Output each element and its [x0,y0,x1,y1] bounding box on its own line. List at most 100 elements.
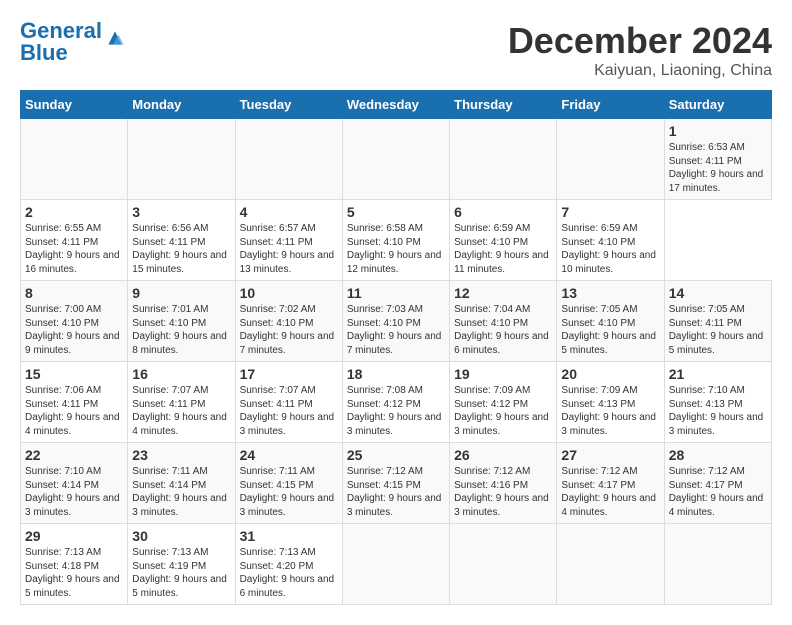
calendar-cell: 23Sunrise: 7:11 AMSunset: 4:14 PMDayligh… [128,443,235,524]
sunset: Sunset: 4:11 PM [669,156,742,167]
day-number: 3 [132,204,230,220]
calendar-cell: 8Sunrise: 7:00 AMSunset: 4:10 PMDaylight… [21,281,128,362]
sunrise: Sunrise: 7:12 AM [347,466,423,477]
week-row-6: 29 Sunrise: 7:13 AMSunset: 4:18 PMDayligh… [21,524,772,605]
sunrise: Sunrise: 6:56 AM [132,223,208,234]
week-row-2: 2 Sunrise: 6:55 AM Sunset: 4:11 PM Daylight… [21,200,772,281]
daylight: Daylight: 9 hours and 4 minutes. [669,493,764,518]
calendar-cell: 4Sunrise: 6:57 AMSunset: 4:11 PMDaylight… [235,200,342,281]
sunrise: Sunrise: 7:09 AM [454,385,530,396]
calendar-cell: 6 Sunrise: 6:59 AMSunset: 4:10 PMDaylight… [450,200,557,281]
day-info: Sunrise: 7:13 AMSunset: 4:18 PMDaylight:… [25,546,123,600]
day-number: 9 [132,285,230,301]
calendar-cell: 27Sunrise: 7:12 AMSunset: 4:17 PMDayligh… [557,443,664,524]
sunset: Sunset: 4:10 PM [561,318,635,329]
sunset: Sunset: 4:10 PM [454,237,528,248]
daylight: Daylight: 9 hours and 7 minutes. [347,331,442,356]
day-number: 10 [240,285,338,301]
daylight: Daylight: 9 hours and 17 minutes. [669,169,764,194]
day-number: 2 [25,204,123,220]
header-day-tuesday: Tuesday [235,91,342,119]
calendar-cell: 18Sunrise: 7:08 AMSunset: 4:12 PMDayligh… [342,362,449,443]
calendar-cell: 29 Sunrise: 7:13 AMSunset: 4:18 PMDayligh… [21,524,128,605]
calendar-cell: 17Sunrise: 7:07 AMSunset: 4:11 PMDayligh… [235,362,342,443]
day-number: 8 [25,285,123,301]
day-info: Sunrise: 7:08 AMSunset: 4:12 PMDaylight:… [347,384,445,438]
calendar-cell [128,119,235,200]
day-number: 17 [240,366,338,382]
sunset: Sunset: 4:15 PM [240,480,314,491]
daylight: Daylight: 9 hours and 12 minutes. [347,250,442,275]
day-info: Sunrise: 6:58 AMSunset: 4:10 PMDaylight:… [347,222,445,276]
sunset: Sunset: 4:17 PM [669,480,743,491]
day-number: 27 [561,447,659,463]
daylight: Daylight: 9 hours and 3 minutes. [561,412,656,437]
sunset: Sunset: 4:12 PM [347,399,421,410]
daylight: Daylight: 9 hours and 3 minutes. [240,412,335,437]
calendar-cell: 9 Sunrise: 7:01 AMSunset: 4:10 PMDaylight… [128,281,235,362]
calendar-cell: 25Sunrise: 7:12 AMSunset: 4:15 PMDayligh… [342,443,449,524]
sunset: Sunset: 4:11 PM [132,237,205,248]
sunset: Sunset: 4:10 PM [347,318,421,329]
logo: General Blue [20,20,125,64]
sunset: Sunset: 4:10 PM [25,318,99,329]
calendar-cell: 14Sunrise: 7:05 AMSunset: 4:11 PMDayligh… [664,281,771,362]
page-header: General Blue December 2024 Kaiyuan, Liao… [20,20,772,80]
calendar-cell: 22Sunrise: 7:10 AMSunset: 4:14 PMDayligh… [21,443,128,524]
daylight: Daylight: 9 hours and 9 minutes. [25,331,120,356]
daylight: Daylight: 9 hours and 3 minutes. [454,412,549,437]
day-number: 15 [25,366,123,382]
daylight: Daylight: 9 hours and 5 minutes. [561,331,656,356]
day-info: Sunrise: 7:05 AMSunset: 4:10 PMDaylight:… [561,303,659,357]
calendar-cell [21,119,128,200]
day-number: 11 [347,285,445,301]
sunrise: Sunrise: 7:12 AM [561,466,637,477]
calendar-cell: 15Sunrise: 7:06 AMSunset: 4:11 PMDayligh… [21,362,128,443]
sunrise: Sunrise: 7:13 AM [25,547,101,558]
sunrise: Sunrise: 7:05 AM [669,304,745,315]
sunrise: Sunrise: 7:10 AM [669,385,745,396]
sunrise: Sunrise: 6:55 AM [25,223,101,234]
sunrise: Sunrise: 7:11 AM [240,466,315,477]
day-number: 22 [25,447,123,463]
daylight: Daylight: 9 hours and 3 minutes. [240,493,335,518]
day-info: Sunrise: 7:03 AM Sunset: 4:10 PM Daylight:… [347,303,445,357]
sunset: Sunset: 4:10 PM [561,237,635,248]
calendar-cell [450,524,557,605]
day-number: 6 [454,204,552,220]
calendar-cell: 26Sunrise: 7:12 AMSunset: 4:16 PMDayligh… [450,443,557,524]
day-info: Sunrise: 6:57 AMSunset: 4:11 PMDaylight:… [240,222,338,276]
sunrise: Sunrise: 7:02 AM [240,304,316,315]
sunset: Sunset: 4:10 PM [240,318,314,329]
day-info: Sunrise: 7:09 AMSunset: 4:13 PMDaylight:… [561,384,659,438]
sunrise: Sunrise: 6:58 AM [347,223,423,234]
sunset: Sunset: 4:10 PM [454,318,528,329]
sunset: Sunset: 4:11 PM [25,399,98,410]
day-info: Sunrise: 6:59 AMSunset: 4:10 PMDaylight:… [454,222,552,276]
calendar-cell: 19Sunrise: 7:09 AMSunset: 4:12 PMDayligh… [450,362,557,443]
daylight: Daylight: 9 hours and 8 minutes. [132,331,227,356]
location: Kaiyuan, Liaoning, China [508,62,772,80]
daylight: Daylight: 9 hours and 5 minutes. [25,574,120,599]
day-info: Sunrise: 7:01 AMSunset: 4:10 PMDaylight:… [132,303,230,357]
sunset: Sunset: 4:17 PM [561,480,635,491]
day-info: Sunrise: 6:55 AMSunset: 4:11 PMDaylight:… [25,222,123,276]
sunrise: Sunrise: 7:12 AM [669,466,745,477]
daylight: Daylight: 9 hours and 4 minutes. [25,412,120,437]
sunset: Sunset: 4:19 PM [132,561,206,572]
week-row-5: 22Sunrise: 7:10 AMSunset: 4:14 PMDayligh… [21,443,772,524]
sunset: Sunset: 4:11 PM [240,237,313,248]
calendar-cell: 12Sunrise: 7:04 AMSunset: 4:10 PMDayligh… [450,281,557,362]
day-info: Sunrise: 7:11 AMSunset: 4:14 PMDaylight:… [132,465,230,519]
calendar-cell: 20Sunrise: 7:09 AMSunset: 4:13 PMDayligh… [557,362,664,443]
daylight: Daylight: 9 hours and 6 minutes. [240,574,335,599]
calendar-cell: 28Sunrise: 7:12 AMSunset: 4:17 PMDayligh… [664,443,771,524]
sunrise: Sunrise: 7:03 AM [347,304,423,315]
day-number: 16 [132,366,230,382]
header-day-wednesday: Wednesday [342,91,449,119]
calendar-table: SundayMondayTuesdayWednesdayThursdayFrid… [20,90,772,605]
day-number: 29 [25,528,123,544]
sunset: Sunset: 4:11 PM [25,237,98,248]
daylight: Daylight: 9 hours and 7 minutes. [240,331,335,356]
logo-text: General Blue [20,20,102,64]
